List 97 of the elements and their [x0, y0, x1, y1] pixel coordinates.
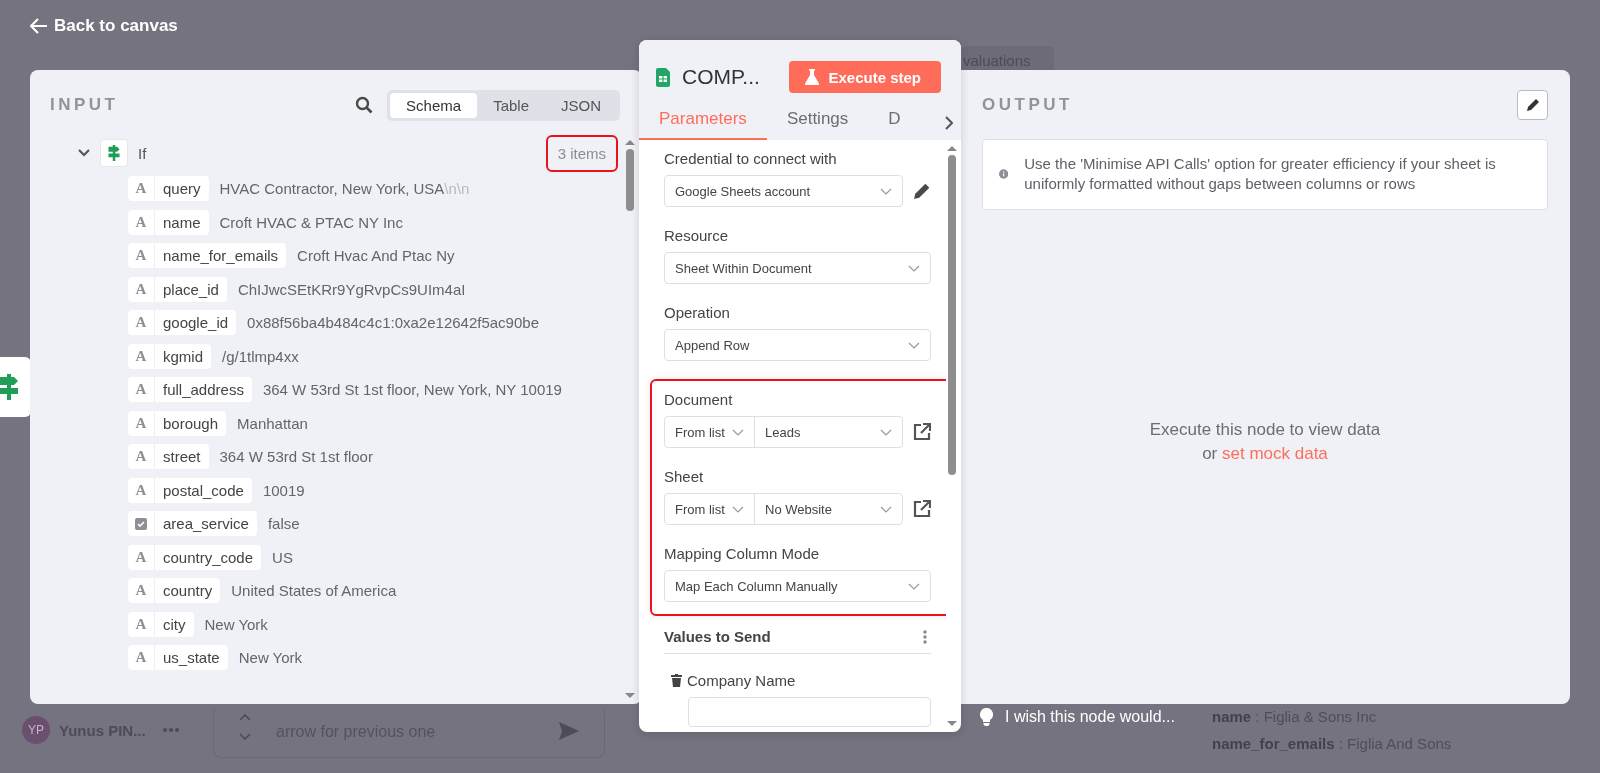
- select-field[interactable]: Sheet Within Document: [664, 252, 931, 284]
- field-key[interactable]: place_id: [155, 276, 227, 302]
- field-key[interactable]: us_state: [155, 645, 228, 671]
- external-link-icon[interactable]: [913, 423, 931, 441]
- field-key[interactable]: full_address: [155, 377, 252, 403]
- field-value: 364 W 53rd St 1st floor, New York, NY 10019: [262, 381, 562, 399]
- field-value: US: [272, 548, 293, 566]
- field-key[interactable]: country: [155, 578, 221, 604]
- pencil-icon[interactable]: [913, 182, 931, 200]
- text-type-icon: A: [128, 444, 155, 470]
- value-input[interactable]: [688, 697, 931, 727]
- text-type-icon: A: [128, 343, 155, 369]
- panel-title: OUTPUT: [982, 95, 1073, 115]
- field-key[interactable]: area_service: [155, 511, 257, 537]
- parameter-label: Mapping Column Mode: [664, 545, 821, 562]
- chevron-down-icon: [908, 264, 920, 272]
- text-type-icon: A: [128, 477, 155, 503]
- panel-title: INPUT: [50, 95, 119, 115]
- view-tab[interactable]: Schema: [390, 92, 478, 118]
- field-key[interactable]: name: [155, 209, 209, 235]
- field-value: Croft Hvac And Ptac Ny: [297, 247, 455, 265]
- text-type-icon: A: [128, 645, 155, 671]
- field-key[interactable]: name_for_emails: [155, 243, 287, 269]
- kebab-menu-icon[interactable]: [923, 629, 927, 644]
- back-arrow-icon[interactable]: [30, 18, 48, 34]
- text-type-icon: A: [128, 377, 155, 403]
- chevron-icon[interactable]: [77, 148, 91, 158]
- settings-tab[interactable]: Settings: [766, 109, 869, 140]
- text-type-icon: A: [128, 544, 155, 570]
- node-name: If: [138, 144, 148, 162]
- text-type-icon: A: [128, 310, 155, 336]
- settings-tab[interactable]: D: [868, 109, 921, 140]
- field-key[interactable]: kgmid: [155, 343, 211, 369]
- text-type-icon: A: [128, 276, 155, 302]
- text-type-icon: A: [128, 578, 155, 604]
- field-value: New York: [238, 649, 303, 667]
- field-value: 10019: [262, 481, 305, 499]
- chevron-down-icon: [880, 187, 892, 195]
- parameter-label: Operation: [664, 304, 731, 321]
- checkbox-type-icon: [128, 511, 155, 537]
- parameter-label: Sheet: [664, 468, 705, 485]
- signpost-icon: [0, 374, 18, 400]
- field-value: Croft HVAC & PTAC NY Inc: [219, 213, 403, 231]
- search-icon[interactable]: [355, 96, 374, 114]
- field-value: false: [267, 515, 300, 533]
- field-value: New York: [204, 615, 268, 633]
- back-link[interactable]: Back to canvas: [30, 14, 178, 38]
- history-arrows-icon: [239, 713, 251, 741]
- field-key[interactable]: query: [155, 176, 209, 202]
- select-field[interactable]: Google Sheets account: [664, 175, 903, 207]
- select-field[interactable]: Append Row: [664, 329, 931, 361]
- field-key[interactable]: google_id: [155, 310, 237, 336]
- notice-text: Use the 'Minimise API Calls' option for greater efficiency if your sheet is uniformly formatted without gaps between columns or rows: [1024, 154, 1497, 194]
- field-value: 364 W 53rd St 1st floor: [219, 448, 373, 466]
- field-key[interactable]: postal_code: [155, 477, 252, 503]
- mock-data-hint: or set mock data: [1202, 444, 1328, 464]
- select-field[interactable]: Map Each Column Manually: [664, 570, 931, 602]
- field-value: /g/1tlmp4xx: [222, 347, 299, 365]
- pencil-icon: [1524, 97, 1541, 113]
- field-key[interactable]: country_code: [155, 544, 262, 570]
- text-type-icon: A: [128, 209, 155, 235]
- text-type-icon: A: [128, 176, 155, 202]
- spreadsheet-icon: [656, 67, 670, 87]
- lightbulb-icon: [980, 708, 993, 726]
- view-tab[interactable]: Table: [477, 92, 545, 118]
- trash-icon[interactable]: [671, 674, 682, 687]
- chevron-right-icon[interactable]: [944, 116, 953, 130]
- item-count: 3 items: [545, 134, 618, 172]
- field-key[interactable]: city: [155, 611, 194, 637]
- external-link-icon[interactable]: [913, 500, 931, 518]
- field-value: 0x88f56ba4b484c4c1:0xa2e12642f5ac90be: [247, 314, 539, 332]
- chevron-down-icon: [908, 341, 920, 349]
- field-value: United States of America: [231, 582, 397, 600]
- node-title[interactable]: COMP...: [682, 65, 778, 89]
- field-label: Company Name: [687, 672, 796, 689]
- text-type-icon: A: [128, 243, 155, 269]
- field-value: ChIJwcSEtKRr9YgRvpCs9UIm4aI: [237, 280, 466, 298]
- feedback-link[interactable]: I wish this node would...: [980, 708, 1175, 726]
- section-title: Values to Send: [664, 628, 771, 645]
- field-value: Manhattan: [237, 414, 308, 432]
- field-key[interactable]: street: [155, 444, 209, 470]
- flask-icon: [805, 69, 820, 85]
- text-type-icon: A: [128, 410, 155, 436]
- text-type-icon: A: [128, 611, 155, 637]
- empty-message: Execute this node to view data: [1149, 420, 1381, 440]
- parameter-label: Credential to connect with: [664, 150, 838, 167]
- field-value: HVAC Contractor, New York, USA\n\n: [219, 180, 470, 198]
- info-icon: [999, 166, 1009, 182]
- parameter-label: Document: [664, 391, 734, 408]
- signpost-icon: [107, 145, 121, 161]
- edit-button[interactable]: [1517, 90, 1548, 120]
- chevron-down-icon: [908, 582, 920, 590]
- parameter-label: Resource: [664, 227, 730, 244]
- field-key[interactable]: borough: [155, 410, 227, 436]
- user-avatar: YP: [22, 716, 50, 744]
- node-tab[interactable]: [0, 357, 31, 417]
- view-tab[interactable]: JSON: [545, 92, 617, 118]
